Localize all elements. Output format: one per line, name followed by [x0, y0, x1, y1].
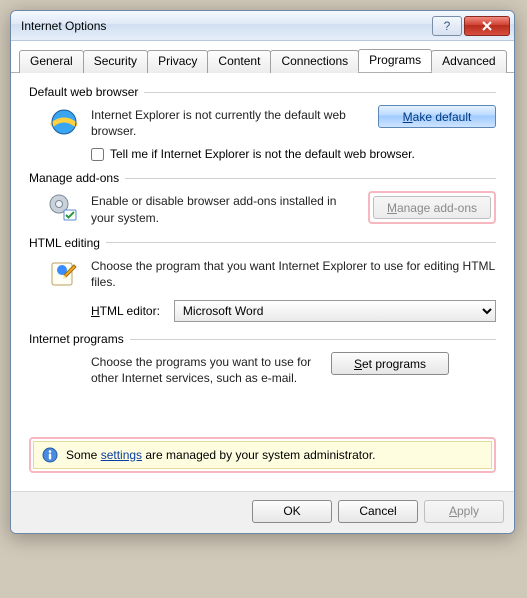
tab-general[interactable]: General: [19, 50, 84, 73]
tab-privacy[interactable]: Privacy: [147, 50, 208, 73]
html-editing-desc: Choose the program that you want Interne…: [91, 256, 496, 290]
settings-link[interactable]: settings: [101, 448, 142, 462]
html-editor-select[interactable]: Microsoft Word: [174, 300, 496, 322]
manage-addons-button: Manage add-ons: [373, 196, 491, 219]
tab-security[interactable]: Security: [83, 50, 148, 73]
tell-me-default-label: Tell me if Internet Explorer is not the …: [110, 147, 415, 161]
close-button[interactable]: [464, 16, 510, 36]
tab-content[interactable]: Content: [207, 50, 271, 73]
html-editor-label: HTML editor:: [91, 304, 160, 318]
group-addons: Manage add-ons Enable or disable browser…: [29, 171, 496, 225]
internet-options-dialog: Internet Options ? General Security Priv…: [10, 10, 515, 534]
group-title-internet-programs: Internet programs: [29, 332, 124, 346]
set-programs-button[interactable]: Set programs: [331, 352, 449, 375]
group-title-default-browser: Default web browser: [29, 85, 138, 99]
addons-callout: Manage add-ons: [368, 191, 496, 224]
tabstrip: General Security Privacy Content Connect…: [11, 41, 514, 73]
group-title-html-editing: HTML editing: [29, 236, 100, 250]
default-browser-desc: Internet Explorer is not currently the d…: [91, 105, 368, 139]
admin-info-text: Some settings are managed by your system…: [66, 448, 375, 462]
info-icon: [42, 447, 58, 463]
close-icon: [482, 21, 492, 31]
programs-desc: Choose the programs you want to use for …: [91, 352, 321, 386]
titlebar[interactable]: Internet Options ?: [11, 11, 514, 41]
info-callout: Some settings are managed by your system…: [29, 437, 496, 473]
tell-me-default-checkbox[interactable]: [91, 148, 104, 161]
tab-programs[interactable]: Programs: [358, 49, 432, 72]
tab-advanced[interactable]: Advanced: [431, 50, 506, 73]
help-button[interactable]: ?: [432, 16, 462, 36]
cancel-button[interactable]: Cancel: [338, 500, 418, 523]
group-internet-programs: Internet programs Choose the programs yo…: [29, 332, 496, 386]
html-edit-icon: [47, 256, 81, 290]
ie-icon: [47, 105, 81, 139]
addons-desc: Enable or disable browser add-ons instal…: [91, 191, 358, 225]
window-title: Internet Options: [21, 19, 430, 33]
ok-button[interactable]: OK: [252, 500, 332, 523]
group-html-editing: HTML editing Choose the program that you…: [29, 236, 496, 322]
tab-connections[interactable]: Connections: [270, 50, 359, 73]
make-default-button[interactable]: Make default: [378, 105, 496, 128]
tab-content-area: Default web browser Internet Explorer is…: [11, 73, 514, 491]
admin-info-bar: Some settings are managed by your system…: [33, 441, 492, 469]
apply-button: Apply: [424, 500, 504, 523]
group-default-browser: Default web browser Internet Explorer is…: [29, 85, 496, 161]
group-title-addons: Manage add-ons: [29, 171, 119, 185]
dialog-buttons: OK Cancel Apply: [11, 491, 514, 533]
addons-icon: [47, 191, 81, 225]
